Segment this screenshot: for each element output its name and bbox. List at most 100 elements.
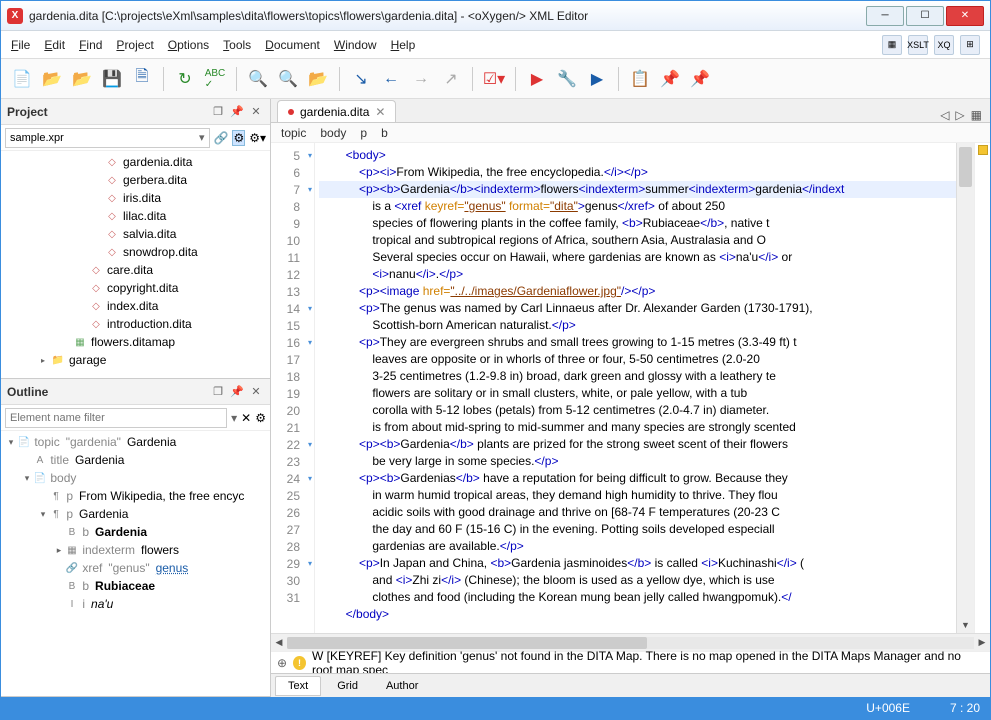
outline-item[interactable]: I ina'u xyxy=(1,595,270,613)
project-item[interactable]: ◇lilac.dita xyxy=(1,207,270,225)
spellcheck-icon[interactable]: ABC✓ xyxy=(202,66,228,92)
outline-item[interactable]: ▾📄 topic"gardenia" Gardenia xyxy=(1,433,270,451)
menu-tools[interactable]: Tools xyxy=(223,38,251,52)
find-icon[interactable]: 🔍 xyxy=(245,66,271,92)
outline-item[interactable]: ▸▦ indextermflowers xyxy=(1,541,270,559)
pin-icon[interactable]: 📌 xyxy=(229,104,245,120)
menu-edit[interactable]: Edit xyxy=(44,38,65,52)
project-item[interactable]: ◇introduction.dita xyxy=(1,315,270,333)
project-item[interactable]: ◇salvia.dita xyxy=(1,225,270,243)
panel-close-icon[interactable]: ✕ xyxy=(248,384,264,400)
settings-icon[interactable]: ⚙▾ xyxy=(249,131,266,145)
project-item[interactable]: ◇copyright.dita xyxy=(1,279,270,297)
menu-project[interactable]: Project xyxy=(116,38,153,52)
filter-icon[interactable]: ⚙ xyxy=(232,130,245,146)
breadcrumb-item[interactable]: b xyxy=(381,126,388,140)
outline-item[interactable]: B bGardenia xyxy=(1,523,270,541)
debug-icon[interactable]: ▶ xyxy=(584,66,610,92)
scroll-left-icon[interactable]: ◀ xyxy=(271,637,287,648)
scroll-thumb[interactable] xyxy=(959,147,972,187)
reload-icon[interactable]: ↻ xyxy=(172,66,198,92)
tab-list-icon[interactable]: ▦ xyxy=(971,108,982,122)
menu-find[interactable]: Find xyxy=(79,38,102,52)
error-stripe[interactable] xyxy=(974,143,990,633)
perspective-db-icon[interactable]: ⊞ xyxy=(960,35,980,55)
outline-filter-input[interactable] xyxy=(5,408,227,428)
save-icon[interactable]: 💾 xyxy=(99,66,125,92)
outline-item[interactable]: B bRubiaceae xyxy=(1,577,270,595)
scroll-down-icon[interactable]: ▼ xyxy=(957,617,974,633)
breadcrumb-item[interactable]: topic xyxy=(281,126,306,140)
nav-external-icon[interactable]: ↘ xyxy=(348,66,374,92)
tab-next-icon[interactable]: ▷ xyxy=(955,108,964,122)
panel-close-icon[interactable]: ✕ xyxy=(248,104,264,120)
outline-item[interactable]: A titleGardenia xyxy=(1,451,270,469)
close-button[interactable]: ✕ xyxy=(946,6,984,26)
mode-text[interactable]: Text xyxy=(275,676,321,696)
transform-icon[interactable]: 📋 xyxy=(627,66,653,92)
tab-close-icon[interactable]: ✕ xyxy=(375,105,385,119)
menu-file[interactable]: File xyxy=(11,38,30,52)
scroll-thumb-h[interactable] xyxy=(287,637,647,649)
perspective-xq-icon[interactable]: XQ xyxy=(934,35,954,55)
project-item[interactable]: ◇gardenia.dita xyxy=(1,153,270,171)
breadcrumb-item[interactable]: p xyxy=(360,126,367,140)
menu-document[interactable]: Document xyxy=(265,38,320,52)
outline-settings-icon[interactable]: ⚙ xyxy=(255,411,266,425)
outline-item[interactable]: 🔗 xref"genus" genus xyxy=(1,559,270,577)
line-gutter[interactable]: 5▾67▾891011121314▾1516▾171819202122▾2324… xyxy=(271,143,315,633)
run-icon[interactable]: ▶ xyxy=(524,66,550,92)
project-item[interactable]: ◇index.dita xyxy=(1,297,270,315)
scroll-right-icon[interactable]: ▶ xyxy=(974,637,990,648)
save-all-icon[interactable]: 🗎 xyxy=(129,66,155,92)
open-url-icon[interactable]: 📂 xyxy=(69,66,95,92)
project-item[interactable]: ◇snowdrop.dita xyxy=(1,243,270,261)
project-item[interactable]: ▸📁garage xyxy=(1,351,270,369)
maximize-button[interactable]: ☐ xyxy=(906,6,944,26)
menu-window[interactable]: Window xyxy=(334,38,377,52)
new-icon[interactable]: 📄 xyxy=(9,66,35,92)
breadcrumb-item[interactable]: body xyxy=(320,126,346,140)
find-files-icon[interactable]: 📂 xyxy=(305,66,331,92)
tab-prev-icon[interactable]: ◁ xyxy=(940,108,949,122)
perspective-xslt-icon[interactable]: XSLT xyxy=(908,35,928,55)
mode-author[interactable]: Author xyxy=(374,677,430,695)
outline-item[interactable]: ▾¶ pGardenia xyxy=(1,505,270,523)
restore-icon[interactable]: ❐ xyxy=(210,104,226,120)
breadcrumb[interactable]: topic body p b xyxy=(271,123,990,143)
warning-marker-icon[interactable] xyxy=(978,145,988,155)
perspective-grid-icon[interactable]: ▦ xyxy=(882,35,902,55)
pin-icon[interactable]: 📌 xyxy=(229,384,245,400)
expand-messages-icon[interactable]: ⊕ xyxy=(277,656,287,670)
project-item[interactable]: ◇iris.dita xyxy=(1,189,270,207)
code-editor[interactable]: <body> <p><i>From Wikipedia, the free en… xyxy=(315,143,956,633)
nav-forward-icon[interactable]: → xyxy=(408,66,434,92)
editor-tab[interactable]: gardenia.dita ✕ xyxy=(277,100,396,122)
project-file-combo[interactable]: sample.xpr xyxy=(5,128,210,148)
mode-grid[interactable]: Grid xyxy=(325,677,370,695)
link-icon[interactable]: 🔗 xyxy=(214,131,229,145)
project-item[interactable]: ◇care.dita xyxy=(1,261,270,279)
nav-back-icon[interactable]: ← xyxy=(378,66,404,92)
horizontal-scrollbar[interactable]: ◀ ▶ xyxy=(271,633,990,651)
transform-apply-icon[interactable]: 📌 xyxy=(687,66,713,92)
outline-item[interactable]: ▾📄 body xyxy=(1,469,270,487)
vertical-scrollbar[interactable]: ▲ ▼ xyxy=(956,143,974,633)
restore-icon[interactable]: ❐ xyxy=(210,384,226,400)
nav-last-icon[interactable]: ↗ xyxy=(438,66,464,92)
outline-item[interactable]: ¶ pFrom Wikipedia, the free encyc xyxy=(1,487,270,505)
project-tree[interactable]: ◇gardenia.dita◇gerbera.dita◇iris.dita◇li… xyxy=(1,151,270,378)
project-item[interactable]: ▦flowers.ditamap xyxy=(1,333,270,351)
message-bar[interactable]: ⊕ ! W [KEYREF] Key definition 'genus' no… xyxy=(271,651,990,673)
menu-help[interactable]: Help xyxy=(391,38,416,52)
minimize-button[interactable]: ─ xyxy=(866,6,904,26)
outline-tree[interactable]: ▾📄 topic"gardenia" GardeniaA titleGarden… xyxy=(1,431,270,696)
outline-close-filter-icon[interactable]: ✕ xyxy=(241,411,251,425)
transform-add-icon[interactable]: 📌 xyxy=(657,66,683,92)
find-replace-icon[interactable]: 🔍 xyxy=(275,66,301,92)
open-icon[interactable]: 📂 xyxy=(39,66,65,92)
menu-options[interactable]: Options xyxy=(168,38,209,52)
config-run-icon[interactable]: 🔧 xyxy=(554,66,580,92)
project-item[interactable]: ◇gerbera.dita xyxy=(1,171,270,189)
validate-icon[interactable]: ☑▾ xyxy=(481,66,507,92)
